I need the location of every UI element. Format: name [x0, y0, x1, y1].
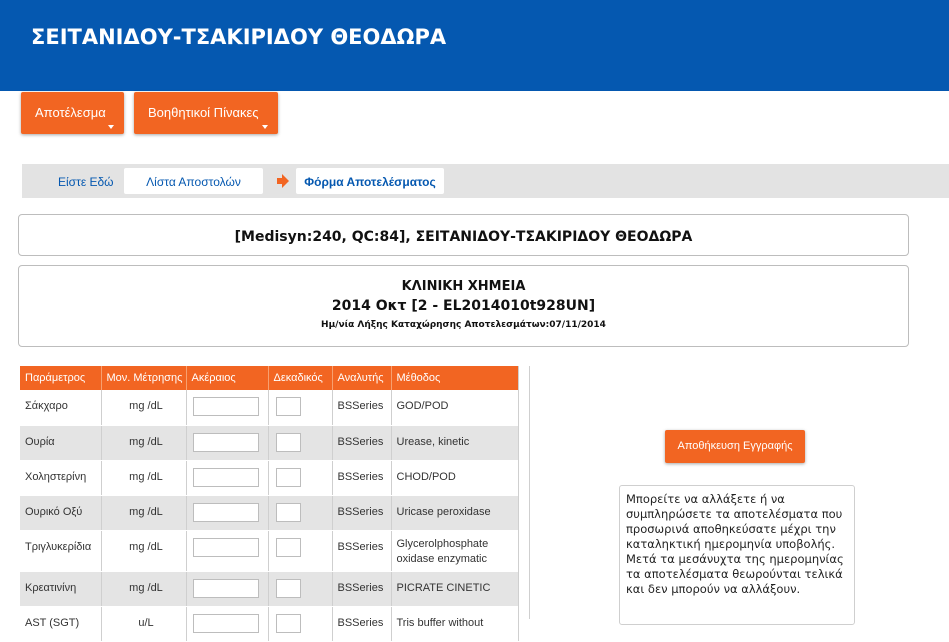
unit-cell: mg /dL	[101, 390, 187, 426]
integer-input[interactable]	[192, 578, 259, 598]
patient-panel: [Medisyn:240, QC:84], ΣΕΙΤΑΝΙΔΟΥ-ΤΣΑΚΙΡΙ…	[18, 214, 909, 256]
table-header-row: Παράμετρος Μον. Μέτρησης Ακέραιος Δεκαδι…	[20, 366, 519, 390]
decimal-input[interactable]	[275, 502, 301, 522]
column-header: Παράμετρος	[20, 366, 102, 390]
integer-cell	[186, 530, 269, 572]
breadcrumb-label: Είστε Εδώ	[58, 175, 114, 189]
tables-menu-button[interactable]: Βοηθητικοί Πίνακες	[134, 92, 278, 134]
param-cell: Χοληστερίνη	[20, 460, 102, 496]
param-cell: AST (SGT)	[20, 606, 102, 642]
arrow-right-icon	[277, 174, 289, 188]
table-row: Τριγλυκερίδια mg /dL BSSeries Glycerolph…	[20, 530, 519, 572]
param-cell: Ουρικό Οξύ	[20, 495, 102, 531]
integer-cell	[186, 390, 269, 426]
column-header: Αναλυτής	[332, 366, 392, 390]
decimal-cell	[268, 571, 333, 607]
table-row: Κρεατινίνη mg /dL BSSeries PICRATE CINET…	[20, 571, 519, 607]
decimal-cell	[268, 425, 333, 461]
decimal-input[interactable]	[275, 537, 301, 557]
param-cell: Σάκχαρο	[20, 390, 102, 426]
results-table: Παράμετρος Μον. Μέτρησης Ακέραιος Δεκαδι…	[20, 366, 519, 642]
analyzer-cell: BSSeries	[332, 425, 392, 461]
submission-deadline: Ημ/νία Λήξης Καταχώρησης Αποτελεσμάτων:0…	[321, 320, 606, 330]
breadcrumb-item-dispatch-list[interactable]: Λίστα Αποστολών	[124, 168, 263, 194]
table-scrollbar[interactable]	[518, 366, 530, 619]
result-menu-label: Αποτέλεσμα	[35, 105, 106, 120]
integer-input[interactable]	[192, 502, 259, 522]
breadcrumb-item-result-form[interactable]: Φόρμα Αποτελέσματος	[296, 168, 444, 194]
unit-cell: mg /dL	[101, 530, 187, 572]
table-row: Ουρία mg /dL BSSeries Urease, kinetic	[20, 425, 519, 461]
breadcrumb: Είστε Εδώ Λίστα Αποστολών Φόρμα Αποτελέσ…	[22, 164, 949, 198]
decimal-cell	[268, 460, 333, 496]
section-subtitle: 2014 Οκτ [2 - EL2014010t928UN]	[331, 298, 596, 314]
analyzer-cell: BSSeries	[332, 495, 392, 531]
method-cell: PICRATE CINETIC	[391, 571, 519, 607]
integer-input[interactable]	[192, 467, 259, 487]
integer-cell	[186, 606, 269, 642]
page-title: ΣΕΙΤΑΝΙΔΟΥ-ΤΣΑΚΙΡΙΔΟΥ ΘΕΟΔΩΡΑ	[31, 25, 447, 49]
method-cell: Tris buffer without	[391, 606, 519, 642]
integer-cell	[186, 460, 269, 496]
param-cell: Κρεατινίνη	[20, 571, 102, 607]
method-cell: Uricase peroxidase	[391, 495, 519, 531]
method-cell: Glycerolphosphate oxidase enzymatic	[391, 530, 519, 572]
info-text: Μπορείτε να αλλάξετε ή να συμπληρώσετε τ…	[626, 492, 844, 596]
caret-down-icon	[108, 125, 114, 129]
analyzer-cell: BSSeries	[332, 606, 392, 642]
column-header: Μον. Μέτρησης	[101, 366, 187, 390]
integer-cell	[186, 425, 269, 461]
unit-cell: mg /dL	[101, 460, 187, 496]
integer-input[interactable]	[192, 613, 259, 633]
integer-input[interactable]	[192, 397, 259, 416]
method-cell: GOD/POD	[391, 390, 519, 426]
decimal-cell	[268, 606, 333, 642]
caret-down-icon	[262, 125, 268, 129]
integer-cell	[186, 571, 269, 607]
unit-cell: mg /dL	[101, 425, 187, 461]
unit-cell: mg /dL	[101, 571, 187, 607]
column-header: Δεκαδικός	[268, 366, 333, 390]
table-row: Ουρικό Οξύ mg /dL BSSeries Uricase perox…	[20, 495, 519, 531]
table-row: AST (SGT) u/L BSSeries Tris buffer witho…	[20, 606, 519, 642]
app-header: ΣΕΙΤΑΝΙΔΟΥ-ΤΣΑΚΙΡΙΔΟΥ ΘΕΟΔΩΡΑ	[0, 0, 949, 91]
integer-input[interactable]	[192, 432, 259, 452]
save-record-button[interactable]: Αποθήκευση Εγγραφής	[665, 430, 805, 463]
decimal-input[interactable]	[275, 613, 301, 633]
section-panel: ΚΛΙΝΙΚΗ ΧΗΜΕΙΑ 2014 Οκτ [2 - EL2014010t9…	[18, 265, 909, 347]
table-row: Σάκχαρο mg /dL BSSeries GOD/POD	[20, 390, 519, 426]
column-header: Μέθοδος	[391, 366, 519, 390]
info-textbox: Μπορείτε να αλλάξετε ή να συμπληρώσετε τ…	[619, 485, 855, 625]
decimal-input[interactable]	[275, 467, 301, 487]
param-cell: Ουρία	[20, 425, 102, 461]
param-cell: Τριγλυκερίδια	[20, 530, 102, 572]
decimal-cell	[268, 495, 333, 531]
decimal-input[interactable]	[275, 432, 301, 452]
decimal-cell	[268, 390, 333, 426]
analyzer-cell: BSSeries	[332, 460, 392, 496]
integer-cell	[186, 495, 269, 531]
decimal-cell	[268, 530, 333, 572]
analyzer-cell: BSSeries	[332, 390, 392, 426]
result-menu-button[interactable]: Αποτέλεσμα	[21, 92, 124, 134]
unit-cell: u/L	[101, 606, 187, 642]
decimal-input[interactable]	[275, 578, 301, 598]
integer-input[interactable]	[192, 537, 259, 557]
column-header: Ακέραιος	[186, 366, 269, 390]
table-row: Χοληστερίνη mg /dL BSSeries CHOD/POD	[20, 460, 519, 496]
analyzer-cell: BSSeries	[332, 571, 392, 607]
method-cell: Urease, kinetic	[391, 425, 519, 461]
tables-menu-label: Βοηθητικοί Πίνακες	[148, 105, 259, 120]
analyzer-cell: BSSeries	[332, 530, 392, 572]
decimal-input[interactable]	[275, 397, 301, 416]
patient-title: [Medisyn:240, QC:84], ΣΕΙΤΑΝΙΔΟΥ-ΤΣΑΚΙΡΙ…	[234, 229, 693, 245]
section-title: ΚΛΙΝΙΚΗ ΧΗΜΕΙΑ	[401, 279, 526, 294]
method-cell: CHOD/POD	[391, 460, 519, 496]
unit-cell: mg /dL	[101, 495, 187, 531]
